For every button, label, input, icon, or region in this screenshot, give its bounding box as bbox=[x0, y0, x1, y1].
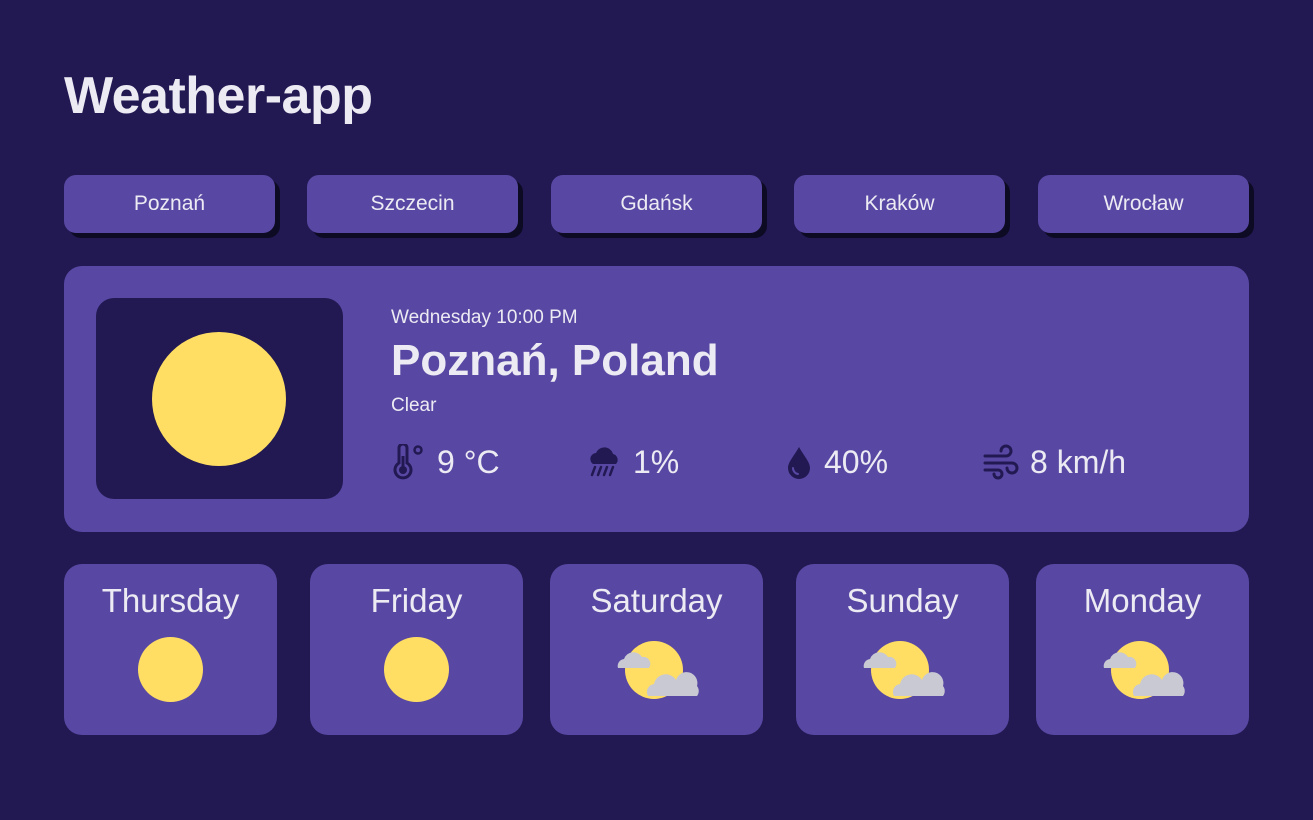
humidity-value: 40% bbox=[824, 443, 889, 480]
current-condition: Clear bbox=[391, 395, 437, 416]
forecast-card-monday: Monday bbox=[1036, 564, 1249, 735]
city-button-wroclaw[interactable]: Wrocław bbox=[1038, 175, 1249, 233]
precipitation-value: 1% bbox=[633, 443, 680, 480]
forecast-day-name: Saturday bbox=[590, 582, 723, 619]
forecast-card-thursday: Thursday bbox=[64, 564, 277, 735]
temperature-stat: 9 °C bbox=[391, 442, 500, 482]
current-datetime: Wednesday 10:00 PM bbox=[391, 307, 578, 328]
forecast-day-name: Monday bbox=[1083, 582, 1202, 619]
city-button-poznan[interactable]: Poznań bbox=[64, 175, 275, 233]
current-location: Poznań, Poland bbox=[391, 336, 719, 385]
thermometer-icon bbox=[393, 444, 423, 480]
forecast-card-saturday: Saturday bbox=[550, 564, 763, 735]
forecast-card-friday: Friday bbox=[310, 564, 523, 735]
forecast-day-name: Friday bbox=[370, 582, 463, 619]
city-buttons: Poznań Szczecin Gdańsk Kraków Wrocław bbox=[64, 175, 1249, 239]
wind-stat: 8 km/h bbox=[982, 442, 1126, 482]
forecast-card-sunday: Sunday bbox=[796, 564, 1009, 735]
partly-cloudy-icon bbox=[1103, 641, 1185, 699]
weather-app: Weather-app Poznań Szczecin Gdańsk Krakó… bbox=[0, 0, 1313, 820]
city-button-gdansk[interactable]: Gdańsk bbox=[551, 175, 762, 233]
sun-icon bbox=[138, 637, 203, 702]
forecast-day-name: Thursday bbox=[101, 582, 240, 619]
partly-cloudy-icon bbox=[863, 641, 945, 699]
temperature-value: 9 °C bbox=[437, 443, 500, 480]
app-title: Weather-app bbox=[64, 67, 373, 125]
partly-cloudy-icon bbox=[617, 641, 699, 699]
city-button-szczecin[interactable]: Szczecin bbox=[307, 175, 518, 233]
current-weather-icon-box bbox=[96, 298, 343, 499]
water-drop-icon bbox=[788, 447, 810, 479]
forecast-day-name: Sunday bbox=[846, 582, 959, 619]
sun-icon bbox=[152, 332, 286, 466]
wind-value: 8 km/h bbox=[1030, 443, 1127, 480]
city-button-krakow[interactable]: Kraków bbox=[794, 175, 1005, 233]
sun-icon bbox=[384, 637, 449, 702]
rain-cloud-icon bbox=[590, 447, 618, 477]
precipitation-stat: 1% bbox=[587, 442, 679, 482]
wind-icon bbox=[983, 444, 1019, 480]
humidity-stat: 40% bbox=[784, 442, 888, 482]
current-weather-card: Wednesday 10:00 PM Poznań, Poland Clear … bbox=[64, 266, 1249, 532]
